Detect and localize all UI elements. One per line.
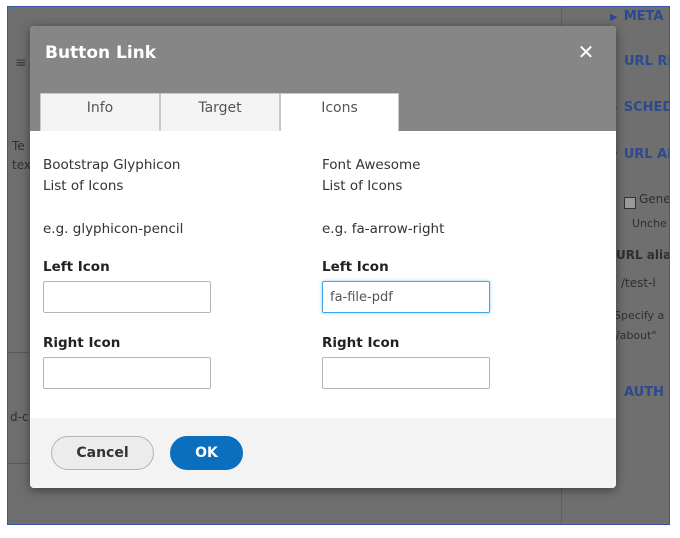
glyphicon-left-icon-input[interactable] bbox=[43, 281, 211, 313]
bg-section-url-redirects: URL RI bbox=[624, 54, 670, 69]
glyphicon-right-icon-label: Right Icon bbox=[43, 335, 121, 351]
menu-icon: ≡ bbox=[15, 55, 27, 71]
glyphicon-example: e.g. glyphicon-pencil bbox=[43, 221, 184, 237]
tab-target[interactable]: Target bbox=[160, 93, 280, 131]
bg-section-meta: ▶ META bbox=[610, 9, 664, 24]
bg-url-alias-input: /test-l bbox=[621, 276, 656, 290]
bg-text-fragment: d-c bbox=[10, 410, 29, 424]
ok-button[interactable]: OK bbox=[170, 436, 243, 470]
bg-generate-label: Gener bbox=[639, 192, 670, 206]
icons-tab-panel: Bootstrap Glyphicon List of Icons e.g. g… bbox=[30, 131, 616, 418]
fontawesome-example: e.g. fa-arrow-right bbox=[322, 221, 445, 237]
cancel-button[interactable]: Cancel bbox=[51, 436, 154, 470]
fontawesome-heading: Font Awesome bbox=[322, 157, 421, 173]
glyphicon-right-icon-input[interactable] bbox=[43, 357, 211, 389]
glyphicon-left-icon-label: Left Icon bbox=[43, 259, 110, 275]
bg-section-url-alias: ▼URL AL bbox=[610, 147, 669, 162]
fontawesome-list-link[interactable]: List of Icons bbox=[322, 176, 402, 197]
bg-specify-text: Specify a bbox=[614, 309, 665, 322]
glyphicon-heading: Bootstrap Glyphicon bbox=[43, 157, 181, 173]
fontawesome-right-icon-label: Right Icon bbox=[322, 335, 400, 351]
tab-info[interactable]: Info bbox=[40, 93, 160, 131]
bg-section-schedule: ▶SCHED bbox=[610, 100, 669, 115]
glyphicon-list-link[interactable]: List of Icons bbox=[43, 176, 123, 197]
bg-text-fragment: Te bbox=[12, 139, 25, 153]
bg-section-author: AUTH bbox=[624, 385, 664, 400]
bg-text-fragment: tex bbox=[12, 158, 31, 172]
fontawesome-right-icon-input[interactable] bbox=[322, 357, 490, 389]
generate-alias-checkbox bbox=[624, 197, 636, 209]
bg-uncheck-text: Unche bbox=[632, 217, 667, 230]
expand-triangle-icon: ▶ bbox=[610, 12, 618, 23]
dialog-footer: Cancel OK bbox=[30, 418, 616, 488]
bg-about-text: /about" bbox=[616, 329, 657, 342]
dialog-header: Button Link ✕ bbox=[30, 26, 616, 83]
fontawesome-left-icon-label: Left Icon bbox=[322, 259, 389, 275]
bg-url-alias-label: URL alia bbox=[616, 248, 670, 262]
button-link-dialog: Button Link ✕ Info Target Icons Bootstra… bbox=[30, 26, 616, 488]
fontawesome-left-icon-input[interactable] bbox=[322, 281, 490, 313]
tab-icons[interactable]: Icons bbox=[280, 93, 399, 131]
close-icon[interactable]: ✕ bbox=[575, 41, 597, 63]
tab-bar: Info Target Icons bbox=[30, 83, 616, 131]
dialog-title: Button Link bbox=[45, 43, 157, 63]
